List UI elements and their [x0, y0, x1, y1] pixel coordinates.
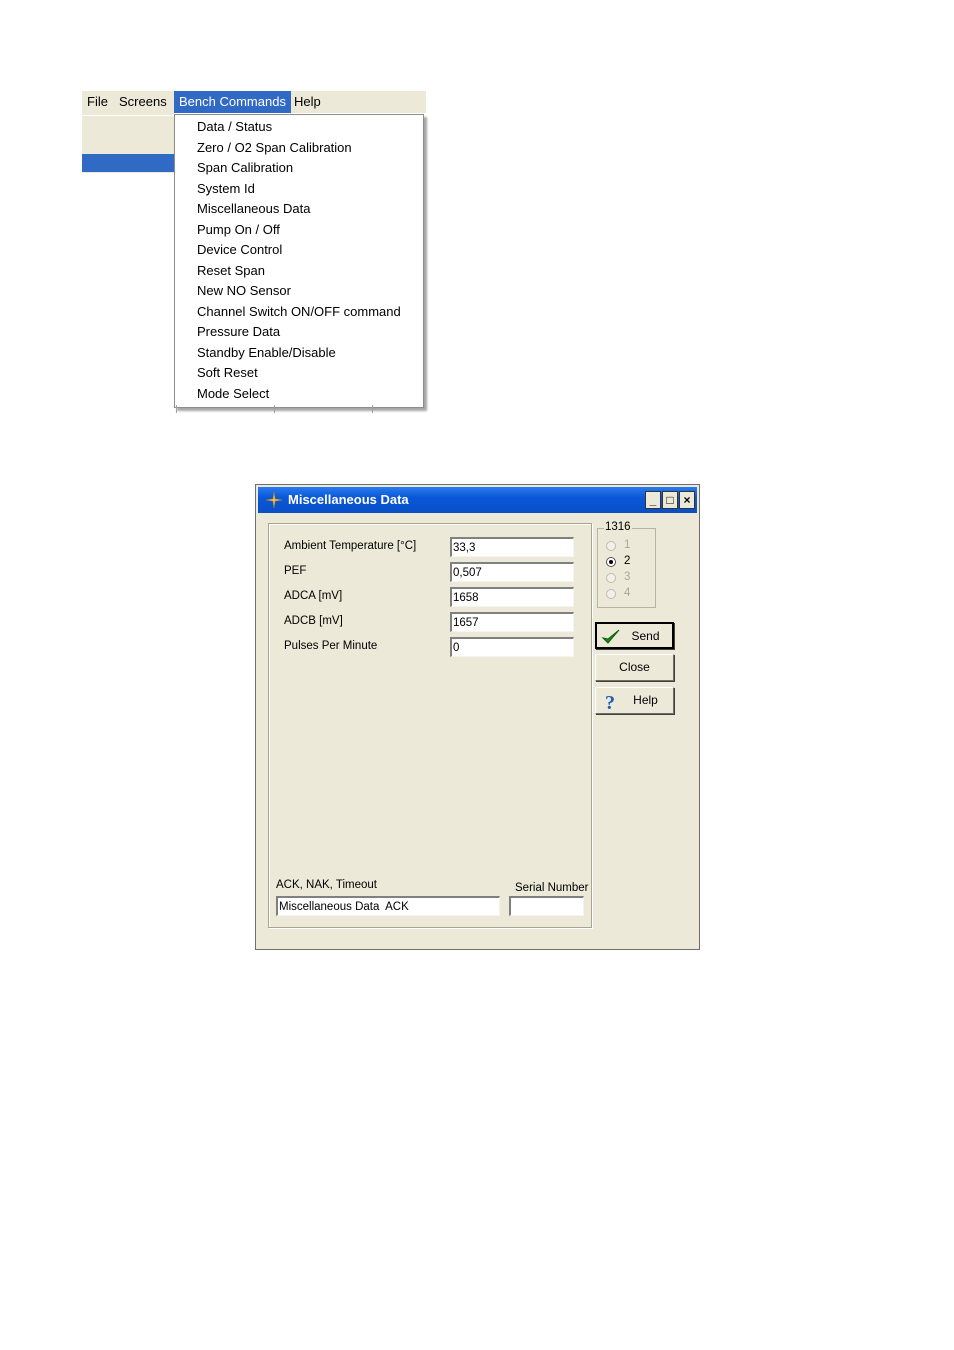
menubar: File Screens Bench Commands Help	[82, 91, 426, 113]
status-input[interactable]	[276, 896, 500, 916]
pef-input[interactable]	[450, 562, 574, 582]
field-ambient-temperature: Ambient Temperature [°C]	[269, 537, 589, 559]
menu-help[interactable]: Help	[289, 91, 326, 113]
field-label: Ambient Temperature [°C]	[284, 540, 417, 552]
help-button[interactable]: ? Help	[595, 687, 674, 714]
menu-item-system-id[interactable]: System Id	[175, 179, 423, 200]
field-adca: ADCA [mV]	[269, 587, 589, 609]
menu-item-new-no-sensor[interactable]: New NO Sensor	[175, 281, 423, 302]
maximize-icon: □	[666, 493, 674, 507]
divider	[82, 115, 174, 116]
crosshair-star-icon	[265, 491, 283, 509]
menu-item-pressure-data[interactable]: Pressure Data	[175, 322, 423, 343]
title-bar[interactable]: Miscellaneous Data _ □ ×	[258, 487, 697, 513]
checkmark-icon	[601, 629, 620, 644]
miscellaneous-data-dialog: Miscellaneous Data _ □ × Ambient Tempera…	[255, 484, 700, 950]
minimize-button[interactable]: _	[645, 491, 661, 509]
adca-input[interactable]	[450, 587, 574, 607]
close-label: Close	[619, 660, 650, 674]
maximize-button[interactable]: □	[662, 491, 678, 509]
field-pulses-per-minute: Pulses Per Minute	[269, 637, 589, 659]
menu-item-standby-enable-disable[interactable]: Standby Enable/Disable	[175, 343, 423, 364]
radio-label: 3	[624, 571, 631, 583]
radio-button-selected[interactable]	[606, 557, 616, 567]
serial-number-label: Serial Number	[515, 882, 589, 894]
radio-label: 4	[624, 587, 631, 599]
menu-item-device-control[interactable]: Device Control	[175, 240, 423, 261]
status-label: ACK, NAK, Timeout	[276, 879, 377, 891]
field-label: ADCB [mV]	[284, 615, 343, 627]
minimize-icon: _	[649, 493, 657, 507]
radio-label: 2	[624, 555, 631, 567]
adcb-input[interactable]	[450, 612, 574, 632]
menu-item-span-calibration[interactable]: Span Calibration	[175, 158, 423, 179]
selected-row-highlight	[82, 154, 174, 172]
svg-text:?: ?	[605, 692, 615, 711]
radio-button[interactable]	[606, 573, 616, 583]
menu-bench-commands[interactable]: Bench Commands	[174, 91, 291, 113]
help-label: Help	[633, 693, 658, 707]
background-grid-lines	[176, 405, 422, 413]
question-mark-icon: ?	[605, 692, 615, 711]
field-label: Pulses Per Minute	[284, 640, 378, 652]
menu-item-mode-select[interactable]: Mode Select	[175, 384, 423, 405]
field-label: PEF	[284, 565, 307, 577]
menu-screens[interactable]: Screens	[114, 91, 172, 113]
dialog-title: Miscellaneous Data	[288, 492, 409, 507]
radio-button[interactable]	[606, 589, 616, 599]
send-label: Send	[631, 629, 660, 643]
menu-item-pump-on-off[interactable]: Pump On / Off	[175, 220, 423, 241]
field-adcb: ADCB [mV]	[269, 612, 589, 634]
send-button[interactable]: Send	[595, 622, 674, 649]
menu-item-channel-switch[interactable]: Channel Switch ON/OFF command	[175, 302, 423, 323]
menu-item-reset-span[interactable]: Reset Span	[175, 261, 423, 282]
radio-button[interactable]	[606, 541, 616, 551]
ambient-temperature-input[interactable]	[450, 537, 574, 557]
radio-label: 1	[624, 539, 631, 551]
field-pef: PEF	[269, 562, 589, 584]
menu-item-miscellaneous-data[interactable]: Miscellaneous Data	[175, 199, 423, 220]
menu-file[interactable]: File	[82, 91, 113, 113]
channel-group-title: 1316	[604, 521, 632, 533]
bench-commands-dropdown: Data / Status Zero / O2 Span Calibration…	[174, 114, 424, 408]
close-icon: ×	[683, 493, 691, 507]
pulses-per-minute-input[interactable]	[450, 637, 574, 657]
data-panel: Ambient Temperature [°C] PEF ADCA [mV] A…	[268, 523, 592, 928]
close-button[interactable]: Close	[595, 654, 674, 681]
menu-item-zero-o2-span-calibration[interactable]: Zero / O2 Span Calibration	[175, 138, 423, 159]
menu-screenshot: File Screens Bench Commands Help Data / …	[82, 91, 426, 413]
menu-item-data-status[interactable]: Data / Status	[175, 117, 423, 138]
field-label: ADCA [mV]	[284, 590, 343, 602]
close-window-button[interactable]: ×	[679, 491, 695, 509]
serial-number-input[interactable]	[509, 896, 584, 916]
menu-item-soft-reset[interactable]: Soft Reset	[175, 363, 423, 384]
